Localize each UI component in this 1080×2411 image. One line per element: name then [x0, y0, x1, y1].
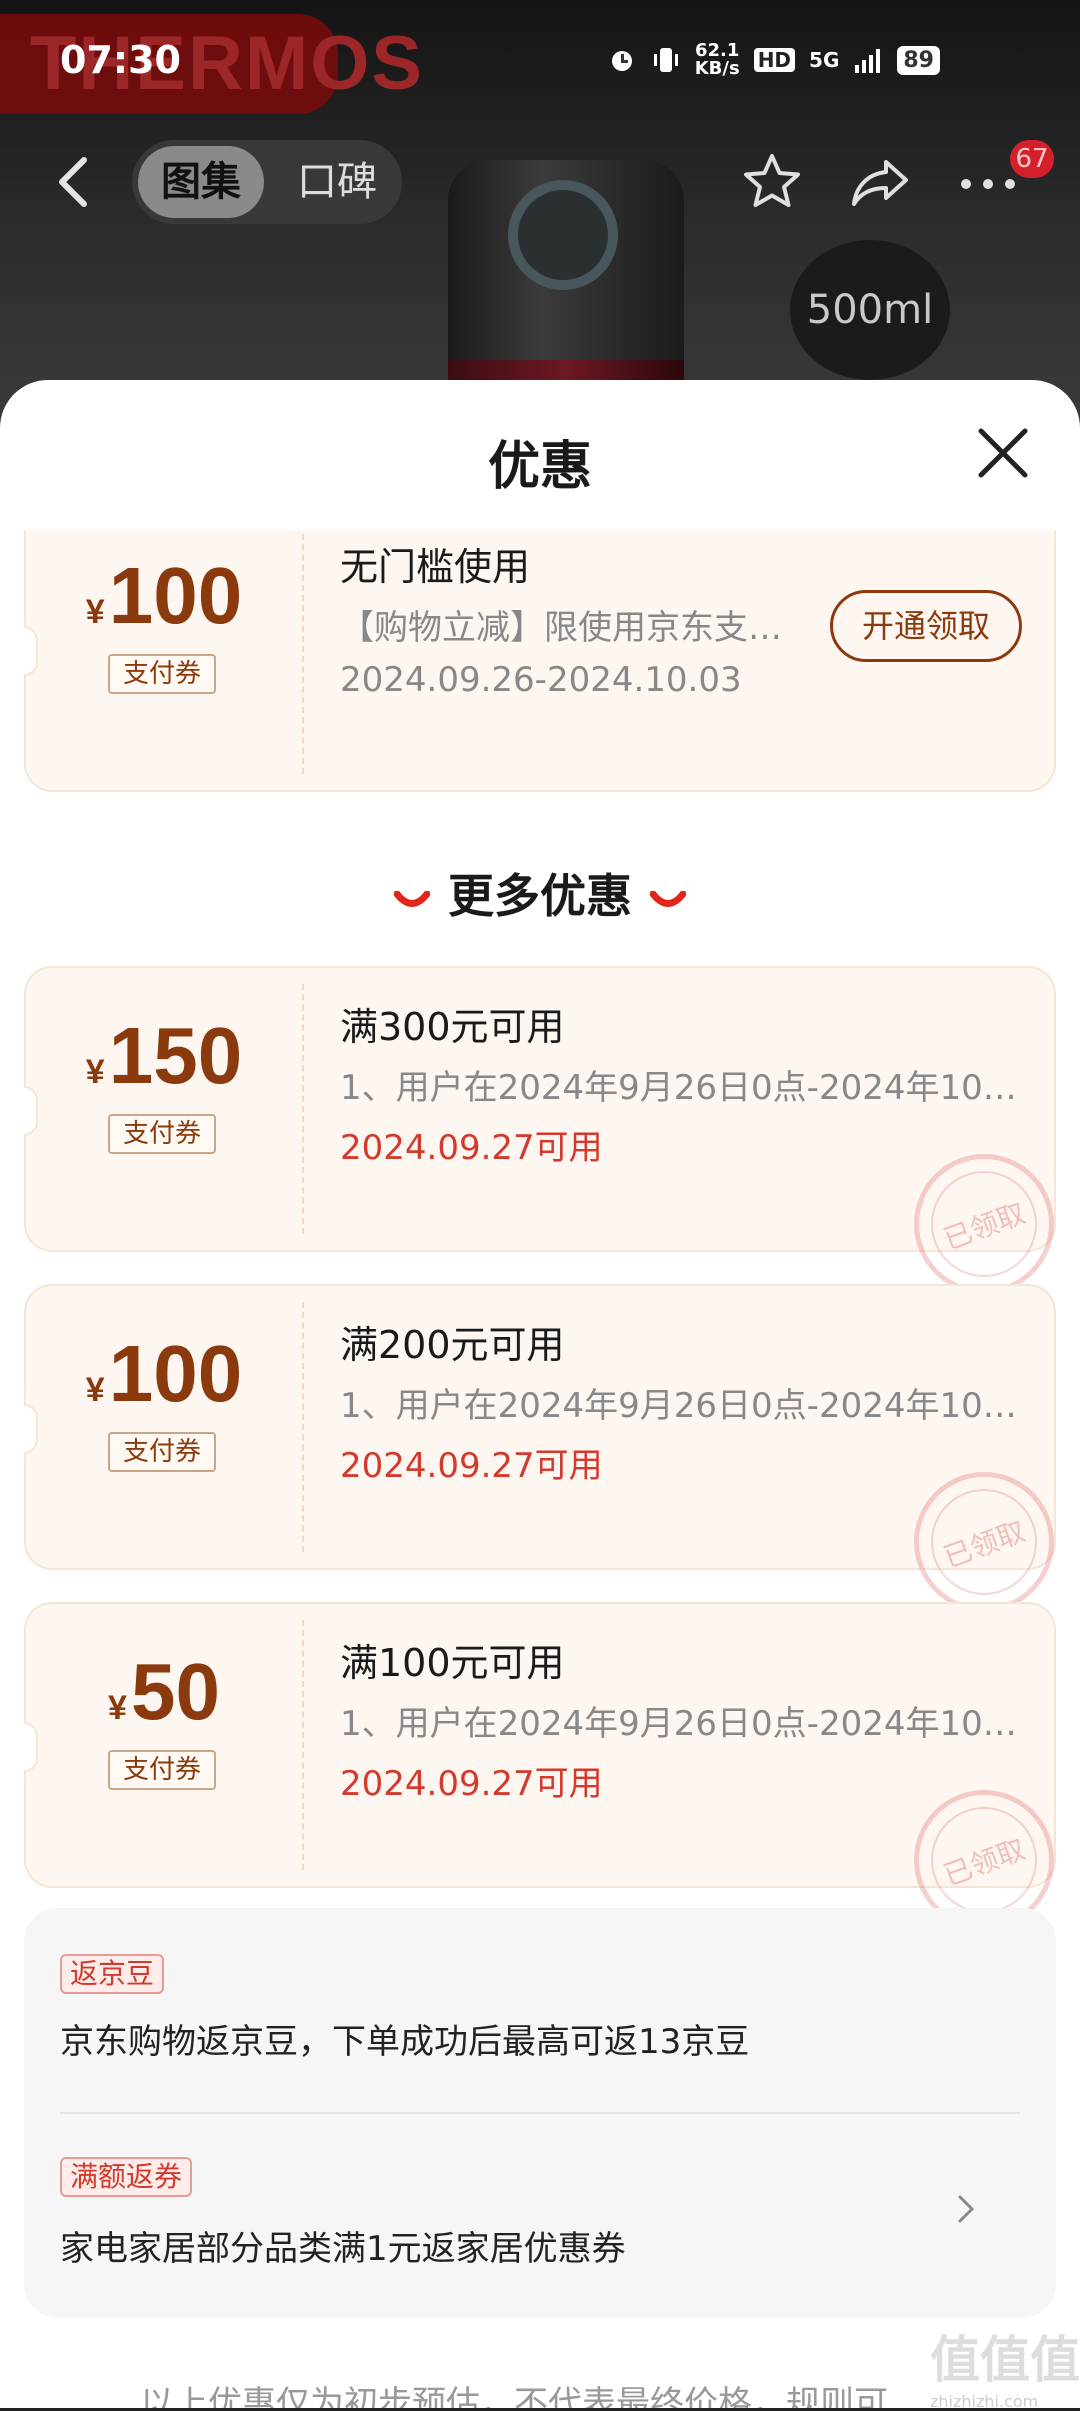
coupon-description: 【购物立减】限使用京东支付，且用户需开通…: [340, 608, 794, 648]
currency-symbol: ¥: [85, 1371, 105, 1409]
clock: 07:30: [60, 38, 181, 82]
coupon-description: 1、用户在2024年9月26日0点-2024年10月3日…: [340, 1704, 1030, 1744]
close-icon[interactable]: [975, 425, 1031, 481]
jd-beans-tag: 返京豆: [60, 1954, 165, 1994]
coupon-title: 满100元可用: [340, 1641, 565, 1685]
coupon-amount-value: 150: [108, 1011, 243, 1100]
claimed-stamp-text: 已领取: [939, 1832, 1030, 1893]
share-icon[interactable]: [848, 150, 912, 214]
coupon-return-row[interactable]: 满额返券 家电家居部分品类满1元返家居优惠券: [24, 2113, 1056, 2313]
coupon-amount-value: 100: [108, 551, 243, 640]
bottle-cap: [508, 180, 618, 290]
coupon-title: 满300元可用: [340, 1005, 565, 1049]
activate-claim-button[interactable]: 开通领取: [830, 590, 1022, 662]
coupon-title: 满200元可用: [340, 1323, 565, 1367]
battery-indicator: 89: [897, 45, 940, 75]
more-discounts-header: 更多优惠: [0, 860, 1080, 926]
capacity-badge: 500ml: [790, 240, 950, 380]
coupon-divider: [302, 1620, 304, 1870]
network-speed-unit: KB/s: [694, 58, 740, 79]
coupon-description: 1、用户在2024年9月26日0点-2024年10月3日…: [340, 1386, 1030, 1426]
coupon-divider: [302, 1302, 304, 1552]
coupon-return-tag: 满额返券: [60, 2157, 193, 2197]
coupon-card[interactable]: ¥50 支付券 满100元可用 1、用户在2024年9月26日0点-2024年1…: [24, 1602, 1056, 1930]
coupon-amount-value: 50: [130, 1647, 220, 1736]
coupon-title: 无门槛使用: [340, 545, 531, 589]
jd-beans-text: 京东购物返京豆，下单成功后最高可返13京豆: [60, 2022, 750, 2062]
coupon-type-tag: 支付券: [108, 1432, 216, 1472]
claimed-stamp: 已领取: [914, 1472, 1054, 1612]
back-icon[interactable]: [50, 154, 96, 210]
smile-left-icon: [394, 890, 430, 907]
coupon-type-tag: 支付券: [108, 1750, 216, 1790]
coupon-card-unconditional[interactable]: ¥100 支付券 无门槛使用 【购物立减】限使用京东支付，且用户需开通… 202…: [24, 530, 1056, 792]
benefits-panel: 返京豆 京东购物返京豆，下单成功后最高可返13京豆 满额返券 家电家居部分品类满…: [24, 1908, 1056, 2318]
coupon-validity: 2024.09.27可用: [340, 1764, 603, 1804]
watermark-url: zhizhizhi.com: [930, 2392, 1039, 2411]
coupon-amount: ¥100: [26, 1326, 302, 1438]
signal-icon: [855, 49, 881, 73]
watermark-text: 值值值: [930, 2331, 1080, 2389]
coupon-divider: [302, 984, 304, 1234]
network-type: 5G: [809, 48, 840, 72]
favorite-star-icon[interactable]: [740, 150, 804, 214]
footer-note: 以上优惠仅为初步预估，不代表最终价格，规则可…: [140, 2384, 922, 2408]
more-discounts-title: 更多优惠: [448, 869, 632, 923]
network-speed: 62.1 KB/s: [695, 42, 740, 78]
claimed-stamp-text: 已领取: [939, 1196, 1030, 1257]
coupon-card[interactable]: ¥100 支付券 满200元可用 1、用户在2024年9月26日0点-2024年…: [24, 1284, 1056, 1612]
coupon-validity: 2024.09.26-2024.10.03: [340, 660, 742, 700]
coupon-type-tag: 支付券: [108, 1114, 216, 1154]
gallery-review-switch: 图集 口碑: [132, 140, 402, 224]
claimed-stamp-text: 已领取: [939, 1514, 1030, 1575]
message-count-badge: 67: [1010, 140, 1054, 178]
watermark: 值值值 zhizhizhi.com: [930, 2320, 1080, 2411]
smile-right-icon: [650, 890, 686, 907]
coupon-return-text: 家电家居部分品类满1元返家居优惠券: [60, 2229, 626, 2269]
discount-sheet: 优惠 ¥100 支付券 无门槛使用 【购物立减】限使用京东支付，且用户需开通… …: [0, 380, 1080, 2408]
coupon-card[interactable]: ¥150 支付券 满300元可用 1、用户在2024年9月26日0点-2024年…: [24, 966, 1056, 1294]
coupon-amount: ¥150: [26, 1008, 302, 1120]
sheet-title: 优惠: [487, 437, 592, 497]
coupon-amount: ¥50: [26, 1644, 302, 1756]
coupon-validity: 2024.09.27可用: [340, 1128, 603, 1168]
currency-symbol: ¥: [108, 1689, 127, 1727]
claimed-stamp: 已领取: [914, 1154, 1054, 1294]
vibrate-icon: [653, 48, 678, 72]
currency-symbol: ¥: [85, 1053, 105, 1091]
status-icons: 62.1 KB/s HD 5G 89: [607, 42, 940, 78]
coupon-validity: 2024.09.27可用: [340, 1446, 603, 1486]
coupon-list[interactable]: ¥100 支付券 无门槛使用 【购物立减】限使用京东支付，且用户需开通… 202…: [0, 530, 1080, 2408]
coupon-amount-value: 100: [108, 1329, 243, 1418]
alarm-icon: [611, 51, 632, 71]
hd-indicator: HD: [753, 48, 796, 72]
chevron-right-icon: [958, 2195, 975, 2223]
currency-symbol: ¥: [85, 593, 105, 631]
tab-gallery[interactable]: 图集: [138, 146, 264, 218]
coupon-amount: ¥100: [26, 548, 302, 660]
coupon-divider: [302, 530, 304, 774]
status-bar: 07:30 62.1 KB/s HD 5G 89: [0, 0, 1080, 120]
tab-reviews[interactable]: 口碑: [282, 146, 392, 218]
coupon-type-tag: 支付券: [108, 654, 216, 694]
coupon-description: 1、用户在2024年9月26日0点-2024年10月3日…: [340, 1068, 1030, 1108]
